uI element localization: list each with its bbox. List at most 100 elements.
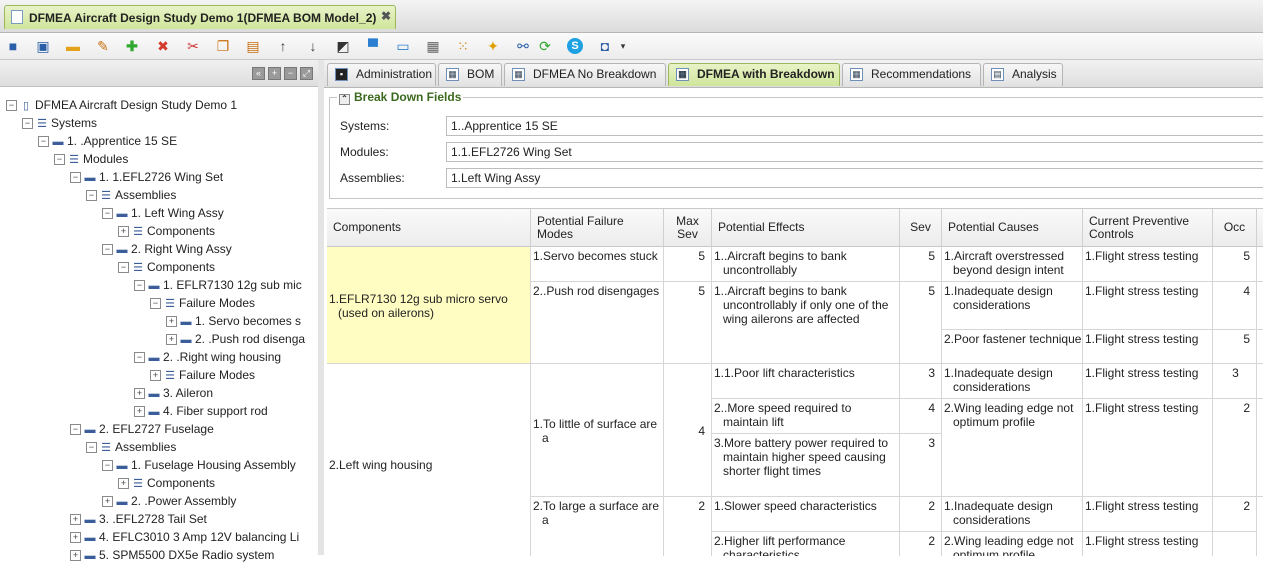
- tree-node[interactable]: − ☰ Assemblies: [86, 438, 176, 456]
- tab-administration[interactable]: ▪ Administration: [327, 63, 436, 86]
- header-potential-causes[interactable]: Potential Causes: [942, 209, 1083, 247]
- tree-node[interactable]: + ▬ 2. .Push rod disenga: [166, 330, 305, 348]
- tree-node[interactable]: − ☰ Failure Modes: [150, 294, 255, 312]
- maximize-icon[interactable]: ⤢: [300, 67, 313, 80]
- table-cell[interactable]: 1.Aircraft overstressed beyond design in…: [942, 247, 1083, 282]
- table-cell[interactable]: 1..Aircraft begins to bank uncontrollabl…: [712, 247, 900, 282]
- save-as-icon[interactable]: ▣: [35, 38, 51, 54]
- tree-node[interactable]: − ▬ 2. Right Wing Assy: [102, 240, 232, 258]
- table-cell[interactable]: 2: [1213, 399, 1257, 497]
- systems-field[interactable]: 1..Apprentice 15 SE: [446, 116, 1263, 136]
- breakdown-legend[interactable]: ⌃ Break Down Fields: [337, 90, 464, 105]
- collapse-icon[interactable]: −: [134, 352, 145, 364]
- cut-icon[interactable]: ✂: [185, 38, 201, 54]
- tree-node[interactable]: − ▯ DFMEA Aircraft Design Study Demo 1: [6, 96, 237, 114]
- collapse-left-icon[interactable]: «: [252, 67, 265, 80]
- tree-node[interactable]: + ▬ 4. Fiber support rod: [134, 402, 268, 420]
- collapse-icon[interactable]: −: [6, 100, 17, 112]
- screen-icon[interactable]: ▀: [365, 38, 381, 54]
- table-cell[interactable]: [1213, 532, 1257, 556]
- tree-node[interactable]: − ▬ 1. Fuselage Housing Assembly: [102, 456, 296, 474]
- copy-icon[interactable]: ❐: [215, 38, 231, 54]
- close-icon[interactable]: ✖: [381, 9, 391, 23]
- expand-icon[interactable]: +: [134, 406, 145, 418]
- table-cell[interactable]: 1.1.Poor lift characteristics: [712, 364, 900, 399]
- collapse-icon[interactable]: −: [38, 136, 49, 148]
- assemblies-field[interactable]: 1.Left Wing Assy: [446, 168, 1263, 188]
- down-arrow-icon[interactable]: ↓: [305, 38, 321, 54]
- collapse-icon[interactable]: −: [102, 208, 113, 220]
- table-cell[interactable]: 4: [900, 399, 942, 434]
- tree-node[interactable]: + ▬ 3. .EFL2728 Tail Set: [70, 510, 207, 528]
- table-cell[interactable]: [1257, 282, 1263, 330]
- collapse-icon[interactable]: −: [22, 118, 33, 130]
- collapse-icon[interactable]: −: [70, 424, 81, 436]
- table-cell[interactable]: 1..Aircraft begins to bank uncontrollabl…: [712, 282, 900, 364]
- tree-node[interactable]: + ☰ Components: [118, 474, 215, 492]
- expand-icon[interactable]: +: [166, 316, 177, 328]
- refresh-icon[interactable]: ⟳: [537, 38, 553, 54]
- table-cell[interactable]: 1.Flight stress testing: [1083, 497, 1213, 532]
- wizard-icon[interactable]: ✦: [485, 38, 501, 54]
- table-cell[interactable]: 5: [664, 247, 712, 282]
- table-cell[interactable]: 2..More speed required to maintain lift: [712, 399, 900, 434]
- modules-field[interactable]: 1.1.EFL2726 Wing Set: [446, 142, 1263, 162]
- tree-node[interactable]: − ▬ 1. .Apprentice 15 SE: [38, 132, 177, 150]
- tree-node[interactable]: − ▬ 2. .Right wing housing: [134, 348, 281, 366]
- dropdown-arrow-icon[interactable]: ▾: [615, 38, 631, 54]
- table-cell[interactable]: 4: [664, 364, 712, 497]
- header-sev[interactable]: Sev: [900, 209, 942, 247]
- table-cell[interactable]: [1257, 330, 1263, 364]
- tree-node[interactable]: + ▬ 5. SPM5500 DX5e Radio system: [70, 546, 274, 564]
- table-cell[interactable]: 1.Inadequate design considerations: [942, 497, 1083, 532]
- expand-icon[interactable]: +: [118, 478, 129, 490]
- table-cell[interactable]: 5: [900, 282, 942, 364]
- table-cell[interactable]: 1.Servo becomes stuck: [531, 247, 664, 282]
- table-cell[interactable]: 3: [1213, 364, 1257, 399]
- save-icon[interactable]: ■: [5, 38, 21, 54]
- tree-node[interactable]: − ▬ 2. EFL2727 Fuselage: [70, 420, 214, 438]
- collapse-icon[interactable]: −: [102, 460, 113, 472]
- table-cell[interactable]: 1.To little of surface are a: [531, 364, 664, 497]
- collapse-icon[interactable]: −: [86, 190, 97, 202]
- calculator-icon[interactable]: ▦: [425, 38, 441, 54]
- expand-icon[interactable]: +: [118, 226, 129, 238]
- collapse-icon[interactable]: −: [54, 154, 65, 166]
- expand-all-icon[interactable]: +: [268, 67, 281, 80]
- table-cell[interactable]: 2.Higher lift performance characteristic…: [712, 532, 900, 556]
- tree-node[interactable]: + ▬ 1. Servo becomes s: [166, 312, 301, 330]
- header-current-preventive-controls[interactable]: Current Preventive Controls: [1083, 209, 1213, 247]
- table-cell[interactable]: [1257, 399, 1263, 497]
- up-arrow-icon[interactable]: ↑: [275, 38, 291, 54]
- word-icon[interactable]: ◘: [597, 38, 613, 54]
- expand-icon[interactable]: +: [70, 550, 81, 562]
- expand-icon[interactable]: +: [134, 388, 145, 400]
- table-cell[interactable]: 1.Flight stress testing: [1083, 282, 1213, 330]
- collapse-icon[interactable]: −: [134, 280, 145, 292]
- delete-icon[interactable]: ✖: [155, 38, 171, 54]
- table-cell[interactable]: 2..Push rod disengages: [531, 282, 664, 364]
- table-cell[interactable]: 1.Flight stress testing: [1083, 364, 1213, 399]
- tab-bom[interactable]: ▦ BOM: [438, 63, 502, 86]
- table-cell[interactable]: 5: [664, 282, 712, 364]
- table-cell[interactable]: 5: [900, 247, 942, 282]
- table-cell[interactable]: 2.Poor fastener technique: [942, 330, 1083, 364]
- tree-node[interactable]: − ▬ 1. EFLR7130 12g sub mic: [134, 276, 302, 294]
- table-cell[interactable]: 1.Flight stress testing: [1083, 330, 1213, 364]
- header-potential-effects[interactable]: Potential Effects: [712, 209, 900, 247]
- tree-node[interactable]: + ☰ Failure Modes: [150, 366, 255, 384]
- header-max-sev[interactable]: Max Sev: [664, 209, 712, 247]
- table-cell[interactable]: 1.Flight stress testing: [1083, 532, 1213, 556]
- table-cell[interactable]: 3.More battery power required to maintai…: [712, 434, 900, 497]
- collapse-all-icon[interactable]: −: [284, 67, 297, 80]
- table-cell[interactable]: 1.Flight stress testing: [1083, 247, 1213, 282]
- tab-dfmea-no-breakdown[interactable]: ▦ DFMEA No Breakdown: [504, 63, 666, 86]
- table-cell[interactable]: 5: [1213, 330, 1257, 364]
- table-cell[interactable]: 3: [900, 434, 942, 497]
- paste-icon[interactable]: ▤: [245, 38, 261, 54]
- tree-node[interactable]: + ☰ Components: [118, 222, 215, 240]
- expand-icon[interactable]: +: [102, 496, 113, 508]
- header-potential-failure-modes[interactable]: Potential Failure Modes: [531, 209, 664, 247]
- collapse-icon[interactable]: −: [150, 298, 161, 310]
- expand-icon[interactable]: +: [70, 532, 81, 544]
